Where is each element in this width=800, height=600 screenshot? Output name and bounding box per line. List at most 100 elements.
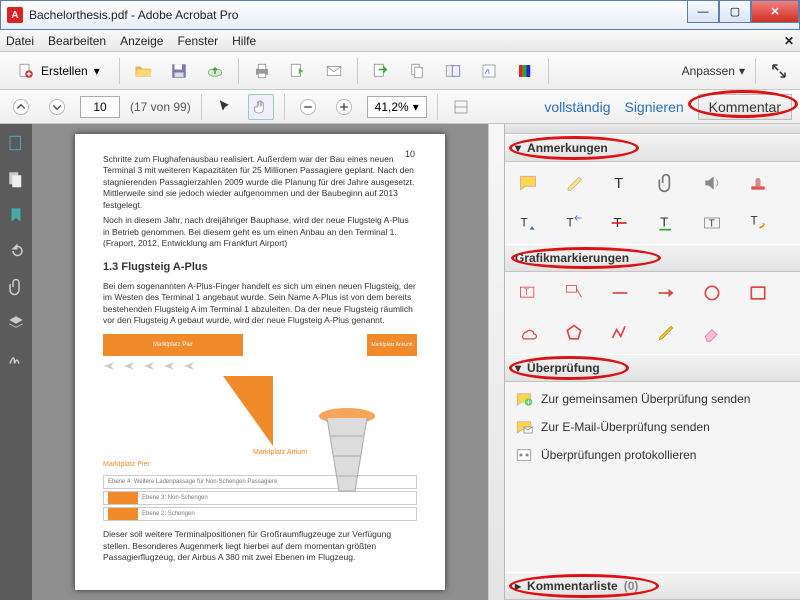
- sticky-note-tool[interactable]: [517, 172, 539, 194]
- undo-icon[interactable]: [7, 242, 25, 260]
- section-kommentarliste[interactable]: ▸ Kommentarliste (0): [505, 572, 800, 600]
- create-icon: [17, 62, 35, 80]
- select-tool-button[interactable]: [212, 94, 238, 120]
- underline-tool[interactable]: T: [655, 212, 677, 234]
- share-button[interactable]: [285, 58, 311, 84]
- svg-text:T: T: [524, 287, 529, 297]
- textbox-draw-tool[interactable]: T: [517, 282, 539, 304]
- scrollbar[interactable]: [488, 124, 504, 600]
- page-up-button[interactable]: [8, 94, 34, 120]
- menu-datei[interactable]: Datei: [6, 34, 34, 48]
- zoom-in-button[interactable]: [331, 94, 357, 120]
- strikeout-tool[interactable]: T: [609, 212, 631, 234]
- section-label: Überprüfung: [527, 361, 600, 375]
- page-count-label: (17 von 99): [130, 100, 191, 114]
- arrow-tool[interactable]: [655, 282, 677, 304]
- chevron-right-icon: ▸: [515, 579, 521, 593]
- zoom-value[interactable]: 41,2%▾: [367, 96, 427, 118]
- textbox-tool[interactable]: T: [701, 212, 723, 234]
- anpassen-label: Anpassen: [682, 64, 735, 78]
- track-icon: [515, 446, 533, 464]
- line-tool[interactable]: [609, 282, 631, 304]
- section-grafik[interactable]: Grafikmarkierungen: [505, 244, 800, 272]
- replace-text-tool[interactable]: T: [563, 212, 585, 234]
- review-track-button[interactable]: Überprüfungen protokollieren: [515, 446, 790, 464]
- doc-heading: 1.3 Flugsteig A-Plus: [103, 260, 417, 275]
- export-button[interactable]: [368, 58, 394, 84]
- zoom-out-button[interactable]: [295, 94, 321, 120]
- save-button[interactable]: [166, 58, 192, 84]
- window-titlebar: A Bachelorthesis.pdf - Adobe Acrobat Pro…: [0, 0, 800, 30]
- kommentar-tab[interactable]: Kommentar: [698, 94, 792, 120]
- doc-figure: Marktplatz Pier Marktplatz Ankunft: [103, 334, 417, 521]
- polyline-tool[interactable]: [609, 322, 631, 344]
- color-button[interactable]: [512, 58, 538, 84]
- cloud-button[interactable]: [202, 58, 228, 84]
- attachment-icon[interactable]: [7, 278, 25, 296]
- pdf-page: 10 Schritte zum Flughafenausbau realisie…: [75, 134, 445, 590]
- svg-text:T: T: [660, 214, 668, 229]
- chevron-down-icon: ▾: [515, 361, 521, 375]
- layers-icon[interactable]: [7, 314, 25, 332]
- eraser-tool[interactable]: [701, 322, 723, 344]
- menu-bearbeiten[interactable]: Bearbeiten: [48, 34, 106, 48]
- mail-review-icon: [515, 418, 533, 436]
- erstellen-label: Erstellen: [41, 64, 88, 78]
- oval-tool[interactable]: [701, 282, 723, 304]
- vollstaendig-link[interactable]: vollständig: [544, 99, 610, 115]
- section-anmerkungen[interactable]: ▾ Anmerkungen: [505, 134, 800, 162]
- document-viewport[interactable]: 10 Schritte zum Flughafenausbau realisie…: [32, 124, 488, 600]
- pencil-tool[interactable]: [655, 322, 677, 344]
- print-button[interactable]: [249, 58, 275, 84]
- signatures-icon[interactable]: [7, 350, 25, 368]
- combine-button[interactable]: [440, 58, 466, 84]
- review-icon: [515, 390, 533, 408]
- erstellen-button[interactable]: Erstellen ▾: [8, 58, 109, 84]
- page-down-button[interactable]: [44, 94, 70, 120]
- menu-hilfe[interactable]: Hilfe: [232, 34, 256, 48]
- open-button[interactable]: [130, 58, 156, 84]
- cloud-tool[interactable]: [517, 322, 539, 344]
- review-shared-button[interactable]: Zur gemeinsamen Überprüfung senden: [515, 390, 790, 408]
- svg-text:T: T: [709, 218, 715, 229]
- page-number-input[interactable]: [80, 96, 120, 118]
- menu-bar: Datei Bearbeiten Anzeige Fenster Hilfe ✕: [0, 30, 800, 52]
- menu-anzeige[interactable]: Anzeige: [120, 34, 163, 48]
- pages-button[interactable]: [404, 58, 430, 84]
- fit-width-button[interactable]: [448, 94, 474, 120]
- callout-tool[interactable]: T: [747, 212, 769, 234]
- stamp-tool[interactable]: [747, 172, 769, 194]
- anpassen-button[interactable]: Anpassen ▾: [682, 64, 745, 78]
- close-button[interactable]: ✕: [751, 1, 799, 23]
- attach-tool[interactable]: [655, 172, 677, 194]
- menubar-close-icon[interactable]: ✕: [784, 34, 794, 48]
- mail-button[interactable]: [321, 58, 347, 84]
- chevron-down-icon: ▾: [94, 64, 100, 78]
- audio-tool[interactable]: [701, 172, 723, 194]
- review-email-button[interactable]: Zur E-Mail-Überprüfung senden: [515, 418, 790, 436]
- rectangle-tool[interactable]: [747, 282, 769, 304]
- minimize-button[interactable]: —: [687, 1, 719, 23]
- doc-para: Dieser soll weitere Terminalpositionen f…: [103, 529, 417, 563]
- highlight-tool[interactable]: [563, 172, 585, 194]
- insert-text-tool[interactable]: T: [517, 212, 539, 234]
- anmerkungen-tools: T T T T T T T: [505, 162, 800, 244]
- hand-tool-button[interactable]: [248, 94, 274, 120]
- text-tool[interactable]: T: [609, 172, 631, 194]
- maximize-button[interactable]: ▢: [719, 1, 751, 23]
- section-ueberpruefung[interactable]: ▾ Überprüfung: [505, 354, 800, 382]
- page-number: 10: [405, 148, 415, 160]
- svg-text:T: T: [567, 216, 574, 229]
- fullscreen-button[interactable]: [766, 58, 792, 84]
- callout-draw-tool[interactable]: [563, 282, 585, 304]
- signieren-link[interactable]: Signieren: [624, 99, 683, 115]
- section-label: Kommentarliste: [527, 579, 618, 593]
- polygon-tool[interactable]: [563, 322, 585, 344]
- thumbnails-icon[interactable]: [7, 134, 25, 152]
- pages-icon[interactable]: [7, 170, 25, 188]
- menu-fenster[interactable]: Fenster: [177, 34, 218, 48]
- sign-button[interactable]: [476, 58, 502, 84]
- doc-para: Noch in diesem Jahr, nach dreijähriger B…: [103, 215, 417, 249]
- grafik-tools: T: [505, 272, 800, 354]
- bookmark-icon[interactable]: [7, 206, 25, 224]
